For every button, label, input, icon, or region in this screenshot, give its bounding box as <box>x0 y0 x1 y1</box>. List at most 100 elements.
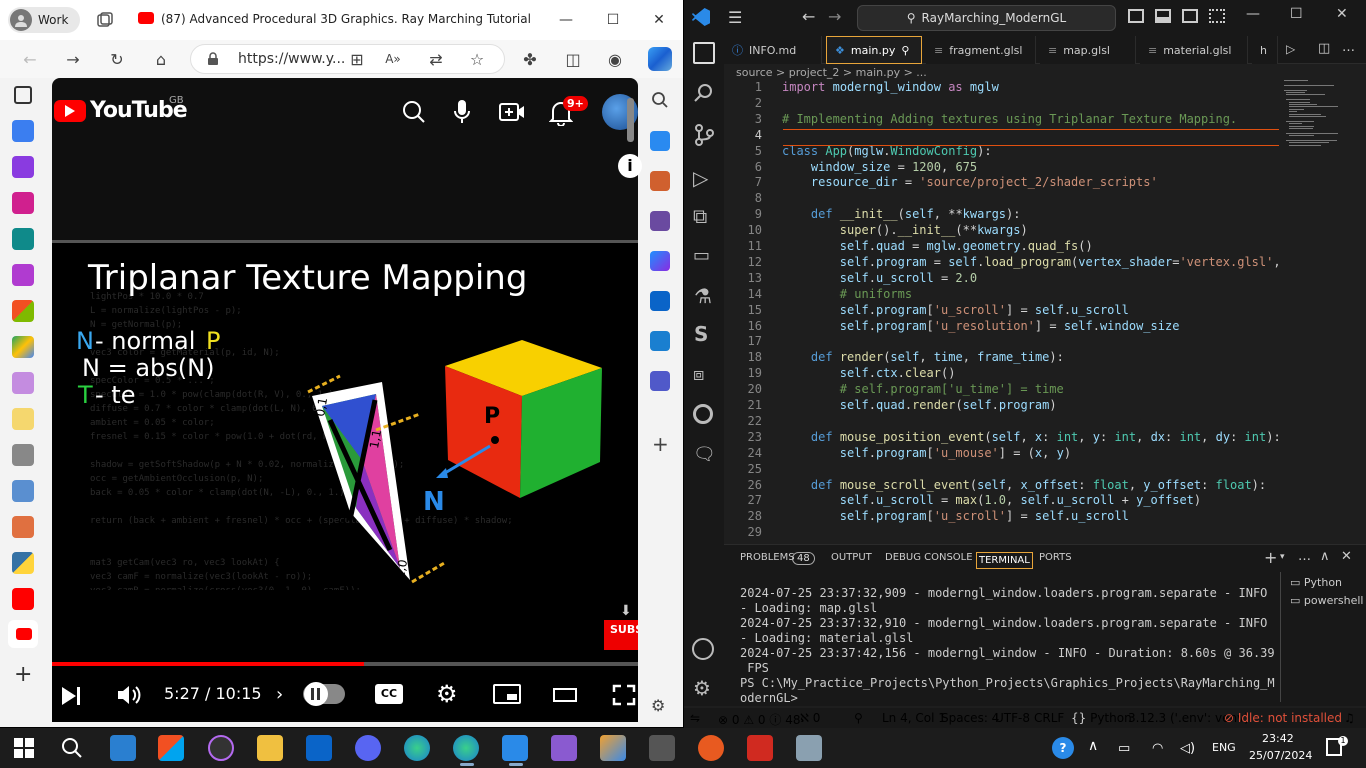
code-line[interactable]: self.program = self.load_program(vertex_… <box>782 255 1281 269</box>
code-line[interactable]: self.program['u_mouse'] = (x, y) <box>782 446 1071 460</box>
ubuntu-icon[interactable] <box>698 735 724 761</box>
volume-icon[interactable] <box>116 684 142 706</box>
code-line[interactable]: # Implementing Adding textures using Tri… <box>782 112 1237 126</box>
vs-minimize-button[interactable]: — <box>1246 6 1260 22</box>
ports-status[interactable]: ℵ 0 <box>800 711 820 725</box>
new-tab-icon[interactable]: + <box>14 662 32 687</box>
code-line[interactable]: self.u_scroll = 2.0 <box>782 271 977 285</box>
tab-overflow[interactable]: h <box>1252 36 1278 64</box>
source-control-icon[interactable] <box>694 124 714 146</box>
docker-icon[interactable]: ⧈ <box>693 364 704 385</box>
forward-icon[interactable]: → <box>62 48 84 70</box>
code-editor[interactable]: 1 import moderngl_window as mglw 2 3 # Imple… <box>724 80 1284 540</box>
code-line[interactable]: import moderngl_window as mglw <box>782 80 999 94</box>
sql-icon[interactable]: S <box>694 322 708 346</box>
code-line[interactable]: self.program['u_resolution'] = self.wind… <box>782 319 1180 333</box>
teams-icon[interactable] <box>650 371 670 391</box>
remote-desktop-icon[interactable] <box>796 735 822 761</box>
vs-close-button[interactable]: ✕ <box>1336 6 1348 22</box>
run-icon[interactable]: ▷ <box>1286 42 1295 56</box>
vtab-icon[interactable] <box>12 336 34 358</box>
volume-icon[interactable]: ◁) <box>1180 741 1195 756</box>
notifications-bell-icon[interactable]: ♫ <box>1344 711 1355 725</box>
edge-devtools-icon[interactable] <box>693 404 713 424</box>
more-actions-icon[interactable]: … <box>1298 549 1311 564</box>
vtab-icon[interactable] <box>12 552 34 574</box>
manage-gear-icon[interactable]: ⚙ <box>693 676 711 700</box>
youtube-logo[interactable]: YouTube <box>54 98 188 123</box>
terminal-item-python[interactable]: ▭ Python <box>1290 576 1342 589</box>
line-endings[interactable]: CRLF <box>1034 711 1064 725</box>
command-center-search[interactable]: ⚲ RayMarching_ModernGL <box>857 5 1116 31</box>
code-line[interactable]: self.program['u_scroll'] = self.u_scroll <box>782 303 1129 317</box>
store-icon[interactable] <box>158 735 184 761</box>
code-line[interactable]: self.quad = mglw.geometry.quad_fs() <box>782 239 1093 253</box>
tools-icon[interactable] <box>650 171 670 191</box>
add-sidebar-icon[interactable]: + <box>652 432 669 456</box>
vtab-icon[interactable] <box>12 300 34 322</box>
maximize-button[interactable]: ☐ <box>603 10 623 30</box>
code-line[interactable]: self.quad.render(self.program) <box>782 398 1057 412</box>
workspaces-icon[interactable] <box>96 11 114 29</box>
split-screen-icon[interactable]: ◫ <box>562 48 584 70</box>
theater-mode-icon[interactable] <box>553 688 577 702</box>
help-icon[interactable]: ? <box>1052 737 1074 759</box>
file-explorer-icon[interactable] <box>257 735 283 761</box>
edge-icon[interactable] <box>404 735 430 761</box>
shopping-icon[interactable] <box>650 131 670 151</box>
nav-forward-icon[interactable]: → <box>828 7 841 26</box>
refresh-icon[interactable]: ↻ <box>106 48 128 70</box>
minimize-button[interactable]: — <box>556 10 576 30</box>
code-line[interactable]: window_size = 1200, 675 <box>782 160 977 174</box>
pin-icon[interactable]: ⚲ <box>901 44 909 57</box>
clock-date[interactable]: 25/07/2024 <box>1249 749 1312 762</box>
new-terminal-icon[interactable]: + <box>1264 548 1277 567</box>
terminal-dropdown-icon[interactable]: ▾ <box>1280 552 1285 562</box>
tab-info-md[interactable]: ⓘ INFO.md <box>724 36 822 64</box>
tab-title[interactable]: (87) Advanced Procedural 3D Graphics. Ra… <box>161 12 531 26</box>
settings-icon[interactable]: ⚙ <box>436 680 458 708</box>
vtab-icon[interactable] <box>12 372 34 394</box>
discord-icon[interactable] <box>355 735 381 761</box>
close-panel-icon[interactable]: ✕ <box>1341 549 1352 564</box>
taskbar-search-icon[interactable] <box>61 737 83 759</box>
windows-start-icon[interactable] <box>14 738 34 758</box>
code-line[interactable]: super().__init__(**kwargs) <box>782 223 1028 237</box>
toggle-sidebar-icon[interactable] <box>1128 9 1144 23</box>
panel-tab-terminal[interactable]: TERMINAL <box>976 552 1033 569</box>
vscode-taskbar-icon[interactable] <box>502 735 528 761</box>
yt-search-icon[interactable] <box>402 100 426 124</box>
media-player-icon[interactable] <box>208 735 234 761</box>
code-line[interactable]: resource_dir = 'source/project_2/shader_… <box>782 175 1158 189</box>
testing-icon[interactable]: ⚗ <box>694 284 712 308</box>
profile-button[interactable]: Work <box>8 7 80 33</box>
vtab-icon[interactable] <box>12 516 34 538</box>
search-icon[interactable] <box>651 91 669 109</box>
remote-indicator-icon[interactable]: ⇋ <box>690 711 700 725</box>
home-icon[interactable]: ⌂ <box>150 48 172 70</box>
wifi-icon[interactable]: ◠ <box>1152 741 1163 756</box>
run-debug-icon[interactable]: ▷ <box>693 166 708 190</box>
tab-map-glsl[interactable]: ≡ map.glsl <box>1040 36 1136 64</box>
code-line[interactable]: def mouse_position_event(self, x: int, y… <box>782 430 1281 444</box>
vtab-icon[interactable] <box>12 480 34 502</box>
info-icon[interactable]: i <box>618 154 642 178</box>
indentation[interactable]: Spaces: 4 <box>941 711 999 725</box>
vtab-icon[interactable] <box>12 408 34 430</box>
fullscreen-icon[interactable] <box>612 684 636 706</box>
tab-main-py[interactable]: ❖ main.py ⚲ <box>826 36 922 64</box>
more-actions-icon[interactable]: … <box>1342 40 1355 55</box>
linter-status[interactable]: ⊘ Idle: not installed <box>1224 711 1342 725</box>
toggle-secondary-sidebar-icon[interactable] <box>1182 9 1198 23</box>
vs-maximize-button[interactable]: ☐ <box>1290 6 1303 22</box>
outlook-icon[interactable] <box>650 291 670 311</box>
vtab-icon[interactable] <box>12 444 34 466</box>
tab-material-glsl[interactable]: ≡ material.glsl <box>1140 36 1248 64</box>
customize-layout-icon[interactable] <box>1209 9 1225 23</box>
code-line[interactable]: def mouse_scroll_event(self, x_offset: f… <box>782 478 1266 492</box>
split-editor-icon[interactable]: ◫ <box>1318 41 1330 56</box>
copilot-icon[interactable] <box>648 47 672 71</box>
translate-icon[interactable]: ⇄ <box>425 48 447 70</box>
language-indicator[interactable]: ENG <box>1212 741 1236 754</box>
scrollbar-thumb[interactable] <box>627 98 634 142</box>
